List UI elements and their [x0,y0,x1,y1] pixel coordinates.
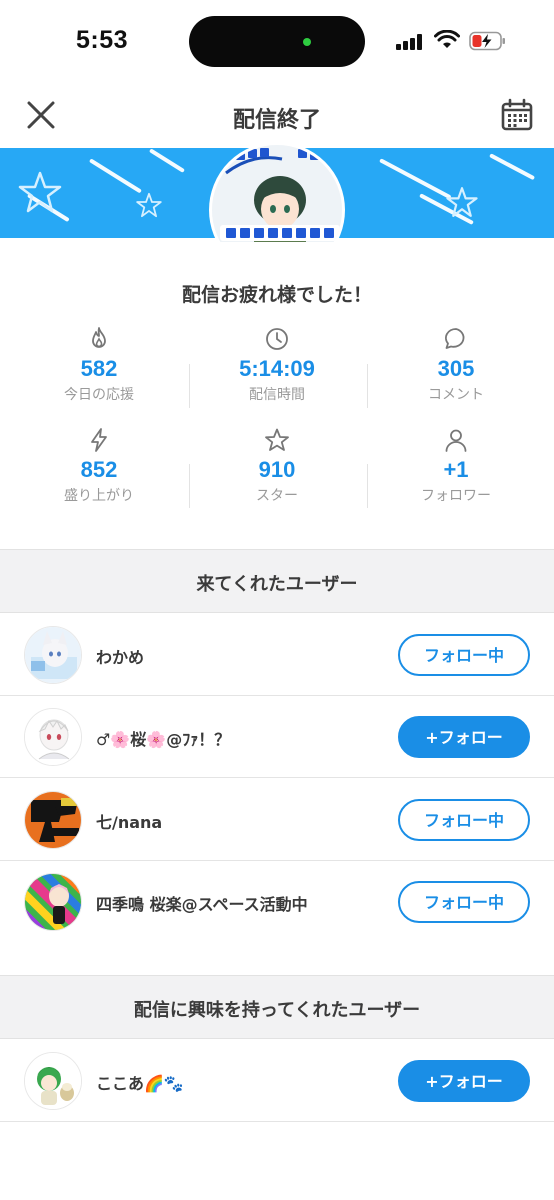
stat-value: 910 [258,457,296,482]
list-item[interactable]: 七/nana フォロー中 [0,779,554,861]
follow-button[interactable]: +フォロー [398,1060,530,1102]
wifi-icon [434,30,460,48]
stat-label: 盛り上がり [64,488,134,504]
comment-icon [445,328,465,349]
star-icon [446,187,478,217]
user-name: 七/nana [96,813,163,832]
list-item[interactable]: ここあ🌈🐾 +フォロー [0,1040,554,1122]
flame-icon [92,327,106,348]
avatar[interactable] [24,708,82,766]
stat-label: 今日の応援 [64,387,134,403]
stat-comments: 305 コメント [364,326,548,404]
user-name: わかめ [96,648,145,667]
stat-value: 582 [80,356,118,381]
stat-followers: +1 フォロワー [364,427,548,505]
lightning-icon [91,428,107,452]
stat-label: 配信時間 [249,387,305,403]
clock-icon [266,328,288,350]
avatar[interactable] [24,791,82,849]
star-icon [136,192,162,218]
divider [0,777,554,778]
stat-support: 582 今日の応援 [7,326,191,404]
user-name: ここあ🌈🐾 [96,1074,184,1093]
battery-charging-icon [469,31,505,51]
star-icon [18,171,62,213]
user-name: 四季鳴 桜楽@スペース活動中 [96,895,308,914]
avatar[interactable] [24,1052,82,1110]
following-button[interactable]: フォロー中 [398,634,530,676]
stat-label: フォロワー [421,488,491,504]
stat-duration: 5:14:09 配信時間 [185,326,369,404]
user-name: ♂🌸桜🌸@ﾌｧ！？ [96,730,231,749]
greeting-text: 配信お疲れ様でした！ [181,284,372,306]
navigation-bar: 配信終了 [0,84,554,148]
section-header-visitors: 来てくれたユーザー [0,549,554,613]
streamer-avatar [209,142,345,242]
stat-value: 305 [437,356,475,381]
avatar[interactable] [24,873,82,931]
section-header-interested: 配信に興味を持ってくれたユーザー [0,975,554,1039]
stat-excitement: 852 盛り上がり [7,427,191,505]
stat-label: スター [256,488,298,504]
page-title: 配信終了 [232,108,321,133]
section-title: 来てくれたユーザー [196,574,358,595]
dynamic-island [189,16,365,67]
list-item[interactable]: ♂🌸桜🌸@ﾌｧ！？ +フォロー [0,696,554,778]
stat-stars: 910 スター [185,427,369,505]
camera-indicator-icon [303,38,311,46]
stat-value: +1 [443,457,469,482]
status-bar: 5:53 [0,0,554,82]
list-item[interactable]: わかめ フォロー中 [0,614,554,696]
cellular-signal-icon [396,34,426,50]
following-button[interactable]: フォロー中 [398,799,530,841]
calendar-icon[interactable] [500,98,534,132]
star-icon [265,428,289,451]
list-item[interactable]: 四季鳴 桜楽@スペース活動中 フォロー中 [0,861,554,943]
divider [0,1121,554,1122]
section-title: 配信に興味を持ってくれたユーザー [133,1000,421,1021]
following-button[interactable]: フォロー中 [398,881,530,923]
stat-value: 852 [80,457,118,482]
person-icon [445,429,467,452]
follow-button[interactable]: +フォロー [398,716,530,758]
stat-value: 5:14:09 [239,356,315,381]
status-time: 5:53 [76,26,129,54]
avatar[interactable] [24,626,82,684]
stat-label: コメント [428,387,484,403]
